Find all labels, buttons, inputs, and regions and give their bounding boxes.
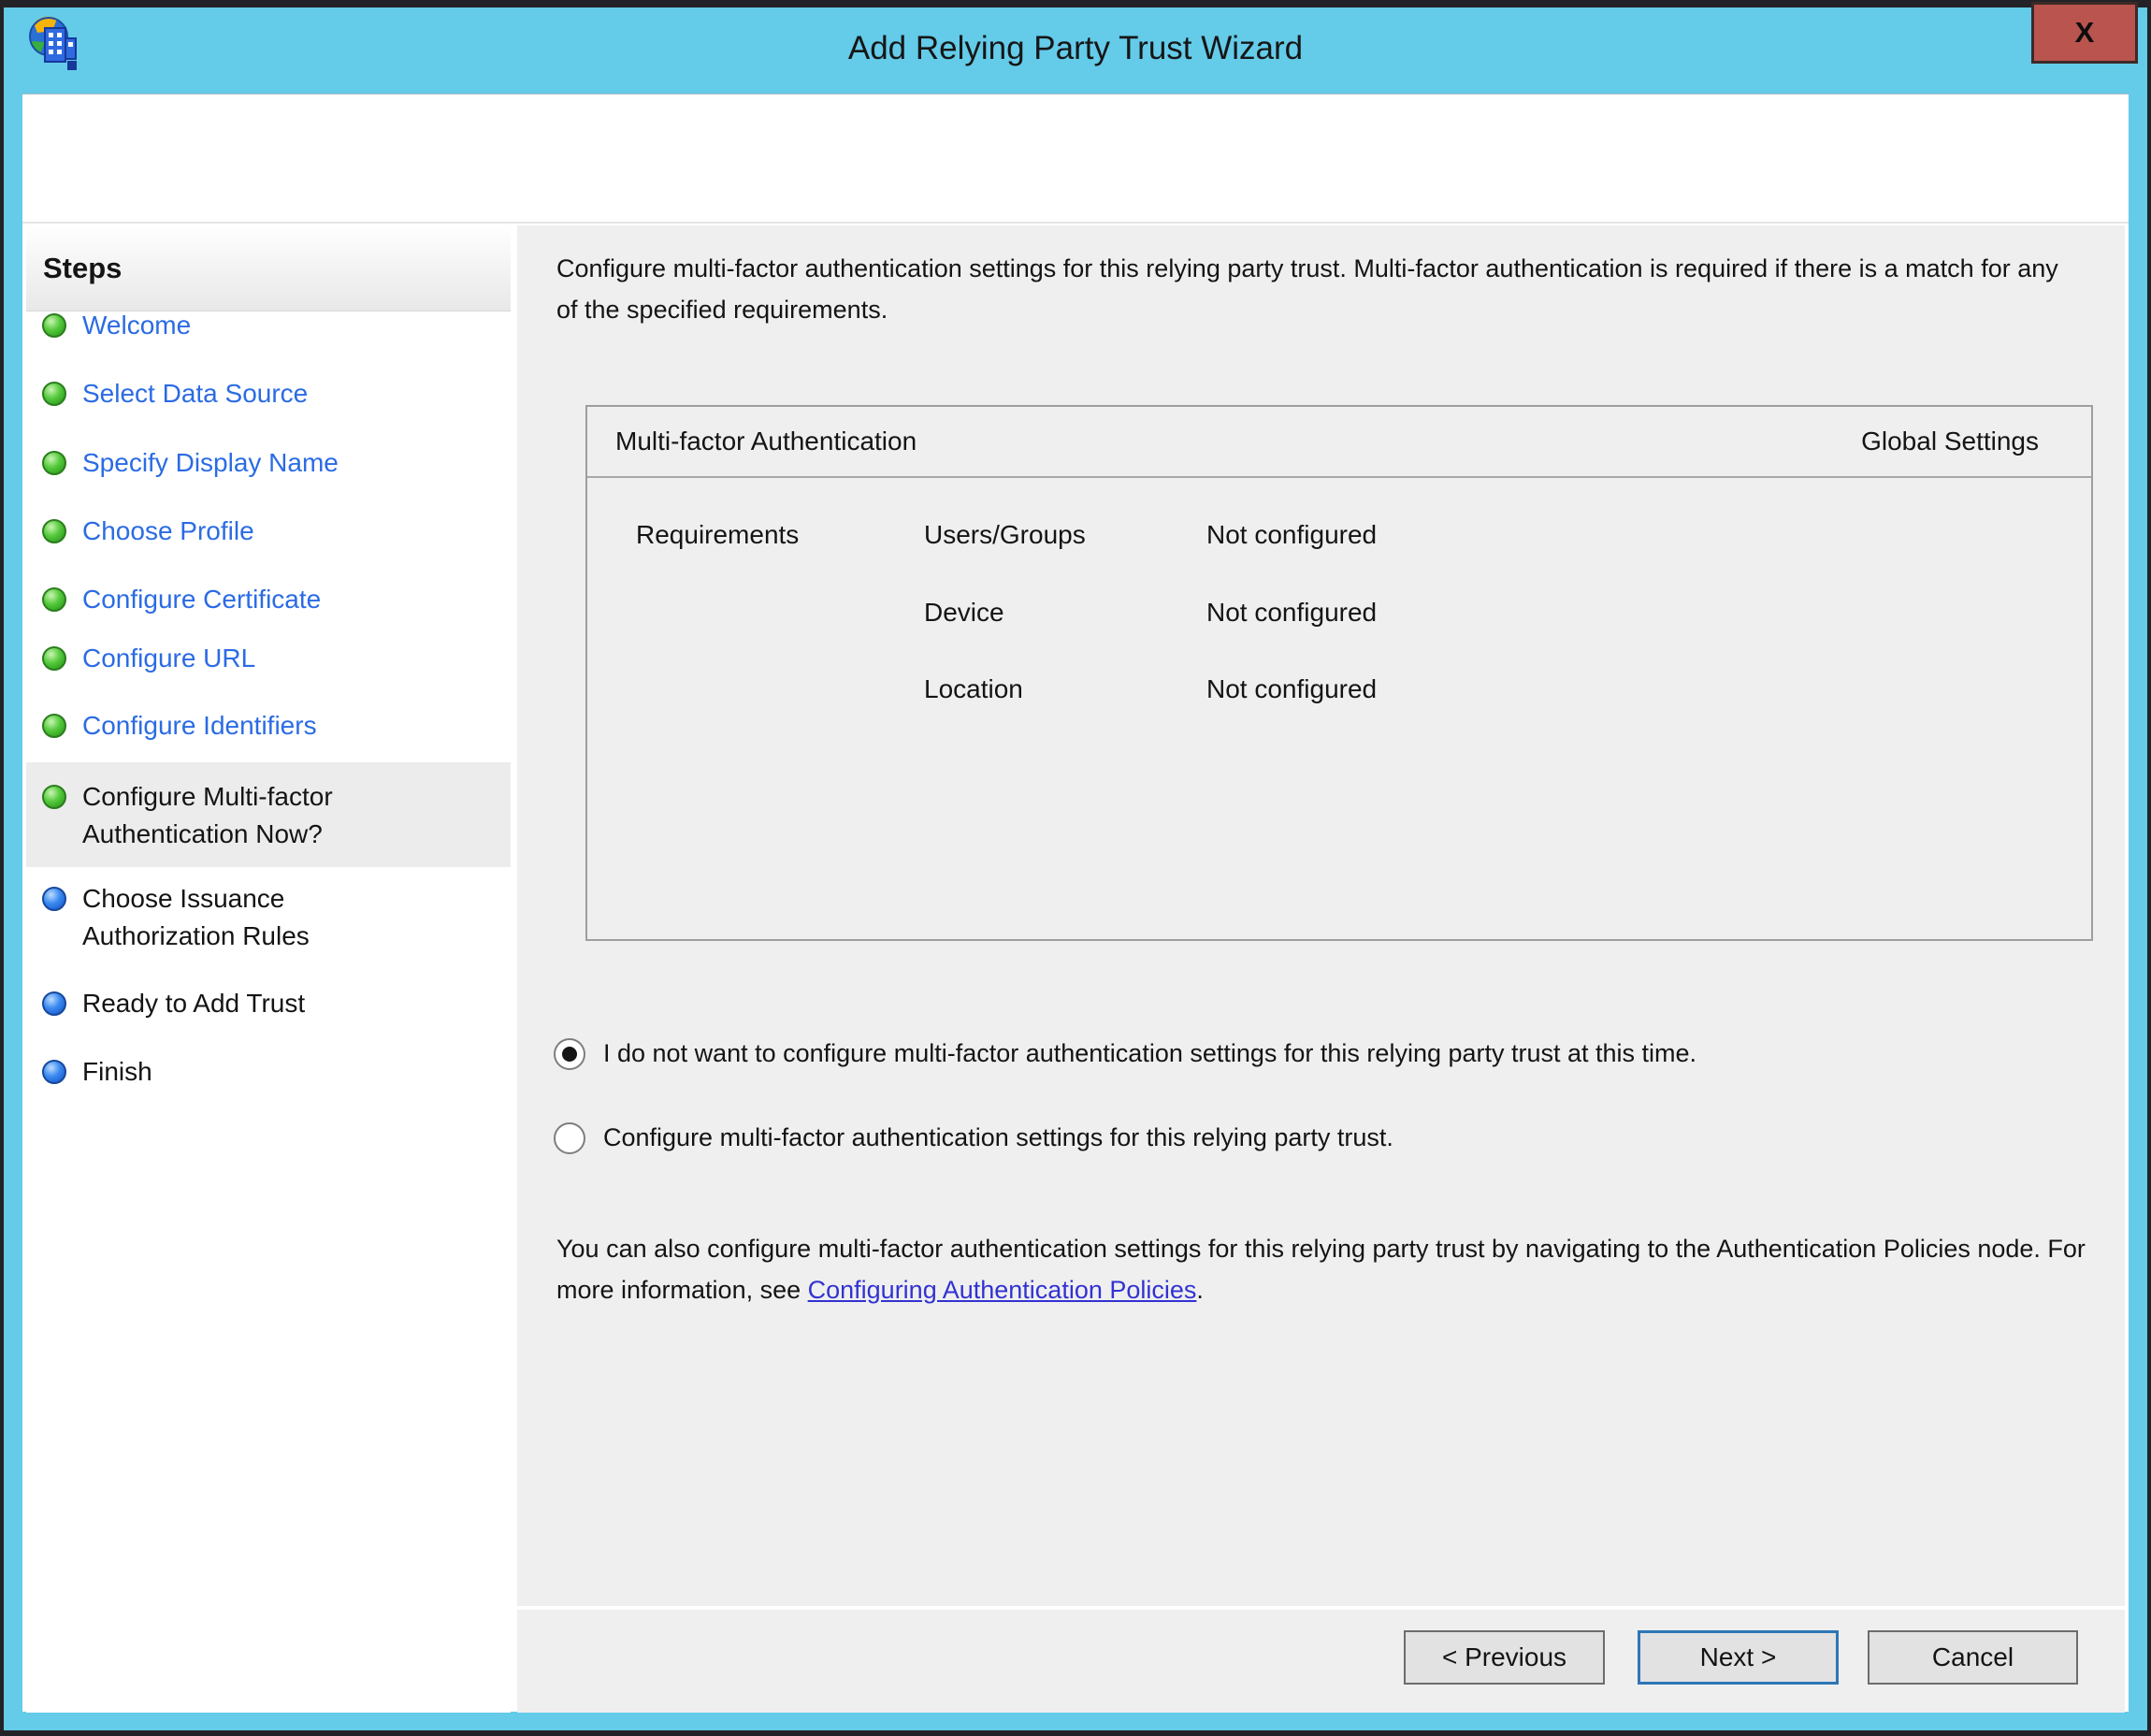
- close-icon: X: [2075, 16, 2095, 49]
- step-label: Configure Certificate: [82, 581, 438, 618]
- step-label: Configure Identifiers: [82, 707, 438, 745]
- completed-step-icon: [42, 382, 66, 406]
- step-label: Configure URL: [82, 640, 438, 677]
- previous-button[interactable]: < Previous: [1404, 1630, 1605, 1685]
- wizard-header-band: [22, 94, 2129, 224]
- radio-selected-icon[interactable]: [554, 1038, 585, 1070]
- cancel-button[interactable]: Cancel: [1868, 1630, 2078, 1685]
- step-label: Choose Profile: [82, 513, 438, 550]
- steps-sidebar: Steps Welcome Select Data Source Specify…: [26, 225, 511, 1713]
- radio-unselected-icon[interactable]: [554, 1122, 585, 1154]
- step-label: Choose Issuance Authorization Rules: [82, 880, 438, 955]
- configuring-authentication-policies-link[interactable]: Configuring Authentication Policies: [808, 1276, 1197, 1304]
- requirements-label: Requirements: [636, 520, 799, 550]
- upcoming-step-icon: [42, 887, 66, 911]
- step-label: Finish: [82, 1053, 438, 1091]
- completed-step-icon: [42, 313, 66, 338]
- requirement-name: Location: [924, 674, 1023, 704]
- step-label: Ready to Add Trust: [82, 985, 438, 1022]
- client-area: Steps Welcome Select Data Source Specify…: [22, 94, 2129, 1712]
- mfa-table-title: Multi-factor Authentication: [615, 427, 917, 456]
- completed-step-icon: [42, 714, 66, 738]
- steps-header: Steps: [26, 225, 511, 311]
- global-settings-header: Global Settings: [1861, 407, 2039, 476]
- mfa-table-header: Global Settings Multi-factor Authenticat…: [587, 407, 2091, 478]
- mfa-settings-table: Global Settings Multi-factor Authenticat…: [585, 405, 2093, 941]
- upcoming-step-icon: [42, 1060, 66, 1084]
- upcoming-step-icon: [42, 991, 66, 1016]
- intro-text: Configure multi-factor authentication se…: [556, 248, 2086, 330]
- wizard-window: Add Relying Party Trust Wizard X Steps W…: [4, 7, 2147, 1730]
- radio-option-label: Configure multi-factor authentication se…: [603, 1119, 2062, 1156]
- requirement-name: Device: [924, 598, 1004, 628]
- step-label: Specify Display Name: [82, 444, 438, 482]
- completed-step-icon: [42, 519, 66, 543]
- footer-note: You can also configure multi-factor auth…: [556, 1228, 2095, 1310]
- note-text-after: .: [1196, 1276, 1204, 1304]
- step-label: Configure Multi-factor Authentication No…: [82, 778, 438, 853]
- requirement-value: Not configured: [1206, 520, 1377, 550]
- requirement-name: Users/Groups: [924, 520, 1086, 550]
- requirement-value: Not configured: [1206, 598, 1377, 628]
- radio-option-label: I do not want to configure multi-factor …: [603, 1034, 2062, 1072]
- completed-step-icon: [42, 785, 66, 809]
- completed-step-icon: [42, 646, 66, 671]
- window-title: Add Relying Party Trust Wizard: [4, 7, 2147, 94]
- note-text-before: You can also configure multi-factor auth…: [556, 1235, 2086, 1304]
- completed-step-icon: [42, 587, 66, 612]
- next-button[interactable]: Next >: [1638, 1630, 1839, 1685]
- close-button[interactable]: X: [2031, 2, 2138, 64]
- requirement-value: Not configured: [1206, 674, 1377, 704]
- content-panel: Configure multi-factor authentication se…: [517, 225, 2125, 1713]
- titlebar: Add Relying Party Trust Wizard X: [4, 7, 2147, 94]
- step-label: Welcome: [82, 307, 438, 344]
- step-label: Select Data Source: [82, 375, 438, 412]
- buttonbar-separator: [517, 1606, 2125, 1610]
- completed-step-icon: [42, 451, 66, 475]
